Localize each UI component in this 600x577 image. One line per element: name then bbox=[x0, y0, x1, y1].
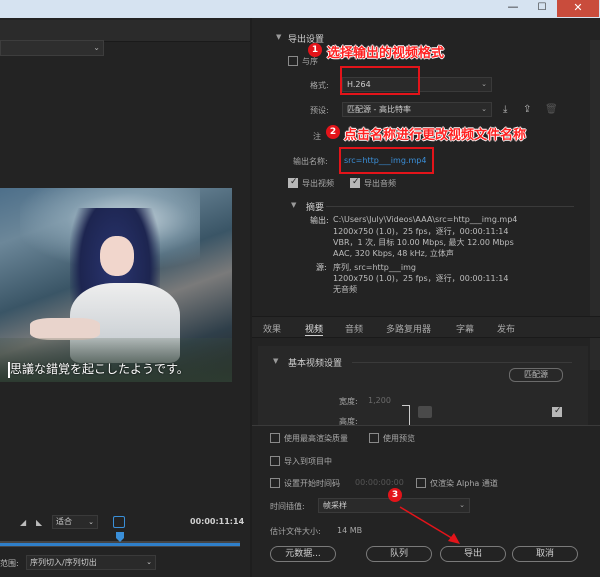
video-preview bbox=[0, 188, 232, 382]
max-render-quality-checkbox[interactable] bbox=[270, 433, 280, 443]
render-alpha-label: 仅渲染 Alpha 通道 bbox=[430, 479, 498, 488]
start-timecode-value[interactable]: 00:00:00:00 bbox=[355, 478, 404, 487]
save-preset-icon[interactable]: ⤓ bbox=[503, 104, 507, 115]
match-sequence-checkbox[interactable] bbox=[288, 56, 298, 66]
preset-select[interactable]: 匹配源 - 高比特率 ⌄ bbox=[342, 102, 492, 117]
delete-preset-icon[interactable]: 🗑 bbox=[545, 104, 558, 115]
duration-timecode: 00:00:11:14 bbox=[190, 517, 245, 526]
summary-collapse-icon[interactable]: ▼ bbox=[291, 201, 296, 209]
chevron-down-icon: ⌄ bbox=[481, 105, 487, 113]
tab-publish[interactable]: 发布 bbox=[497, 322, 515, 335]
match-sequence-label: 与序 bbox=[302, 57, 318, 66]
chevron-down-icon: ⌄ bbox=[146, 558, 152, 566]
range-label: 范围: bbox=[0, 559, 19, 568]
import-into-project-label: 导入到项目中 bbox=[284, 457, 332, 466]
time-interpolation-value: 帧采样 bbox=[323, 501, 347, 510]
cancel-button[interactable]: 取消 bbox=[512, 546, 578, 562]
output-name-highlight bbox=[339, 147, 434, 174]
tab-audio[interactable]: 音频 bbox=[345, 322, 363, 335]
annotation-arrow-head bbox=[448, 533, 460, 544]
summary-source-line: 序列, src=http___img bbox=[333, 263, 416, 272]
close-button[interactable]: ✕ bbox=[557, 0, 599, 17]
estimated-size-label: 估计文件大小: bbox=[270, 527, 321, 536]
summary-output-line: C:\Users\July\Videos\AAA\src=http___img.… bbox=[333, 215, 518, 224]
summary-source-label: 源: bbox=[316, 263, 327, 272]
width-value[interactable]: 1,200 bbox=[368, 396, 391, 405]
tab-captions[interactable]: 字幕 bbox=[456, 322, 474, 335]
summary-source-line: 1200x750 (1.0)，25 fps，逐行，00:00:11:14 bbox=[333, 274, 509, 283]
basic-video-settings-title: 基本视频设置 bbox=[288, 359, 343, 369]
annotation-arrow-line bbox=[399, 506, 456, 541]
mark-in-icon[interactable]: ◢ bbox=[20, 518, 26, 527]
fit-select-value: 适合 bbox=[56, 517, 72, 526]
annotation-text-2: 点击名称进行更改视频文件名称 bbox=[344, 128, 527, 143]
summary-title: 摘要 bbox=[306, 203, 325, 213]
summary-output-label: 输出: bbox=[310, 216, 329, 225]
use-previews-label: 使用预览 bbox=[383, 434, 415, 443]
chevron-down-icon: ⌄ bbox=[481, 80, 487, 88]
aspect-link-bracket bbox=[402, 405, 410, 427]
time-interpolation-label: 时间插值: bbox=[270, 502, 305, 511]
summary-source-line: 无音频 bbox=[333, 285, 357, 294]
annotation-marker-1: 1 bbox=[308, 43, 322, 57]
chevron-down-icon: ⌄ bbox=[88, 518, 94, 526]
metadata-button[interactable]: 元数据... bbox=[270, 546, 336, 562]
import-into-project-checkbox[interactable] bbox=[270, 456, 280, 466]
use-previews-checkbox[interactable] bbox=[369, 433, 379, 443]
summary-output-line: AAC, 320 Kbps, 48 kHz, 立体声 bbox=[333, 249, 454, 258]
chain-link-icon[interactable] bbox=[418, 406, 432, 418]
estimated-size-value: 14 MB bbox=[337, 526, 363, 535]
range-select-value: 序列切入/序列切出 bbox=[30, 558, 97, 567]
export-video-label: 导出视频 bbox=[302, 179, 334, 188]
summary-output-line: 1200x750 (1.0)，25 fps，逐行，00:00:11:14 bbox=[333, 227, 509, 236]
preview-figure-leg bbox=[30, 318, 100, 340]
set-start-timecode-label: 设置开始时间码 bbox=[284, 479, 340, 488]
annotation-text-1: 选择输出的视频格式 bbox=[327, 46, 445, 61]
format-highlight bbox=[340, 66, 420, 95]
monitor-settings-icon[interactable] bbox=[113, 516, 125, 528]
preview-subtitle: 思議な錯覚を起こしたようです。 bbox=[10, 362, 189, 376]
render-alpha-checkbox[interactable] bbox=[416, 478, 426, 488]
tab-video[interactable]: 视频 bbox=[305, 322, 324, 336]
tab-multiplexer[interactable]: 多路复用器 bbox=[386, 322, 431, 335]
max-render-quality-label: 使用最高渲染质量 bbox=[284, 434, 348, 443]
set-start-timecode-checkbox[interactable] bbox=[270, 478, 280, 488]
comment-label: 注 bbox=[313, 132, 321, 141]
preset-value: 匹配源 - 高比特率 bbox=[347, 105, 411, 114]
preset-label: 预设: bbox=[310, 106, 329, 115]
output-name-label: 输出名称: bbox=[293, 157, 328, 166]
source-monitor-header bbox=[0, 20, 250, 42]
mark-out-icon[interactable]: ◣ bbox=[36, 518, 42, 527]
export-audio-label: 导出音频 bbox=[364, 179, 396, 188]
export-audio-checkbox[interactable] bbox=[350, 177, 360, 188]
fit-select[interactable]: 适合 ⌄ bbox=[52, 515, 98, 529]
timeline-range-fill bbox=[0, 543, 240, 546]
summary-divider bbox=[326, 206, 574, 207]
range-select[interactable]: 序列切入/序列切出 ⌄ bbox=[26, 555, 156, 570]
preview-figure-face bbox=[100, 236, 134, 276]
tab-effects[interactable]: 效果 bbox=[263, 322, 281, 335]
source-scaling-dropdown[interactable]: ⌄ bbox=[0, 40, 104, 56]
import-preset-icon[interactable]: ⇪ bbox=[523, 104, 531, 115]
chevron-down-icon: ⌄ bbox=[93, 43, 100, 52]
width-label: 宽度: bbox=[339, 397, 358, 406]
summary-output-line: VBR，1 次, 目标 10.00 Mbps, 最大 12.00 Mbps bbox=[333, 238, 514, 247]
export-video-checkbox[interactable] bbox=[288, 177, 298, 188]
maximize-button[interactable]: ☐ bbox=[530, 1, 554, 16]
video-section-collapse-icon[interactable]: ▼ bbox=[273, 357, 278, 365]
match-source-width-checkbox[interactable] bbox=[552, 406, 562, 417]
match-source-button[interactable]: 匹配源 bbox=[509, 368, 563, 382]
video-section-divider bbox=[352, 362, 572, 363]
format-label: 格式: bbox=[310, 81, 329, 90]
collapse-icon[interactable]: ▼ bbox=[276, 33, 281, 41]
annotation-marker-2: 2 bbox=[326, 125, 340, 139]
annotation-arrow bbox=[399, 506, 460, 544]
minimize-button[interactable]: — bbox=[500, 1, 526, 16]
